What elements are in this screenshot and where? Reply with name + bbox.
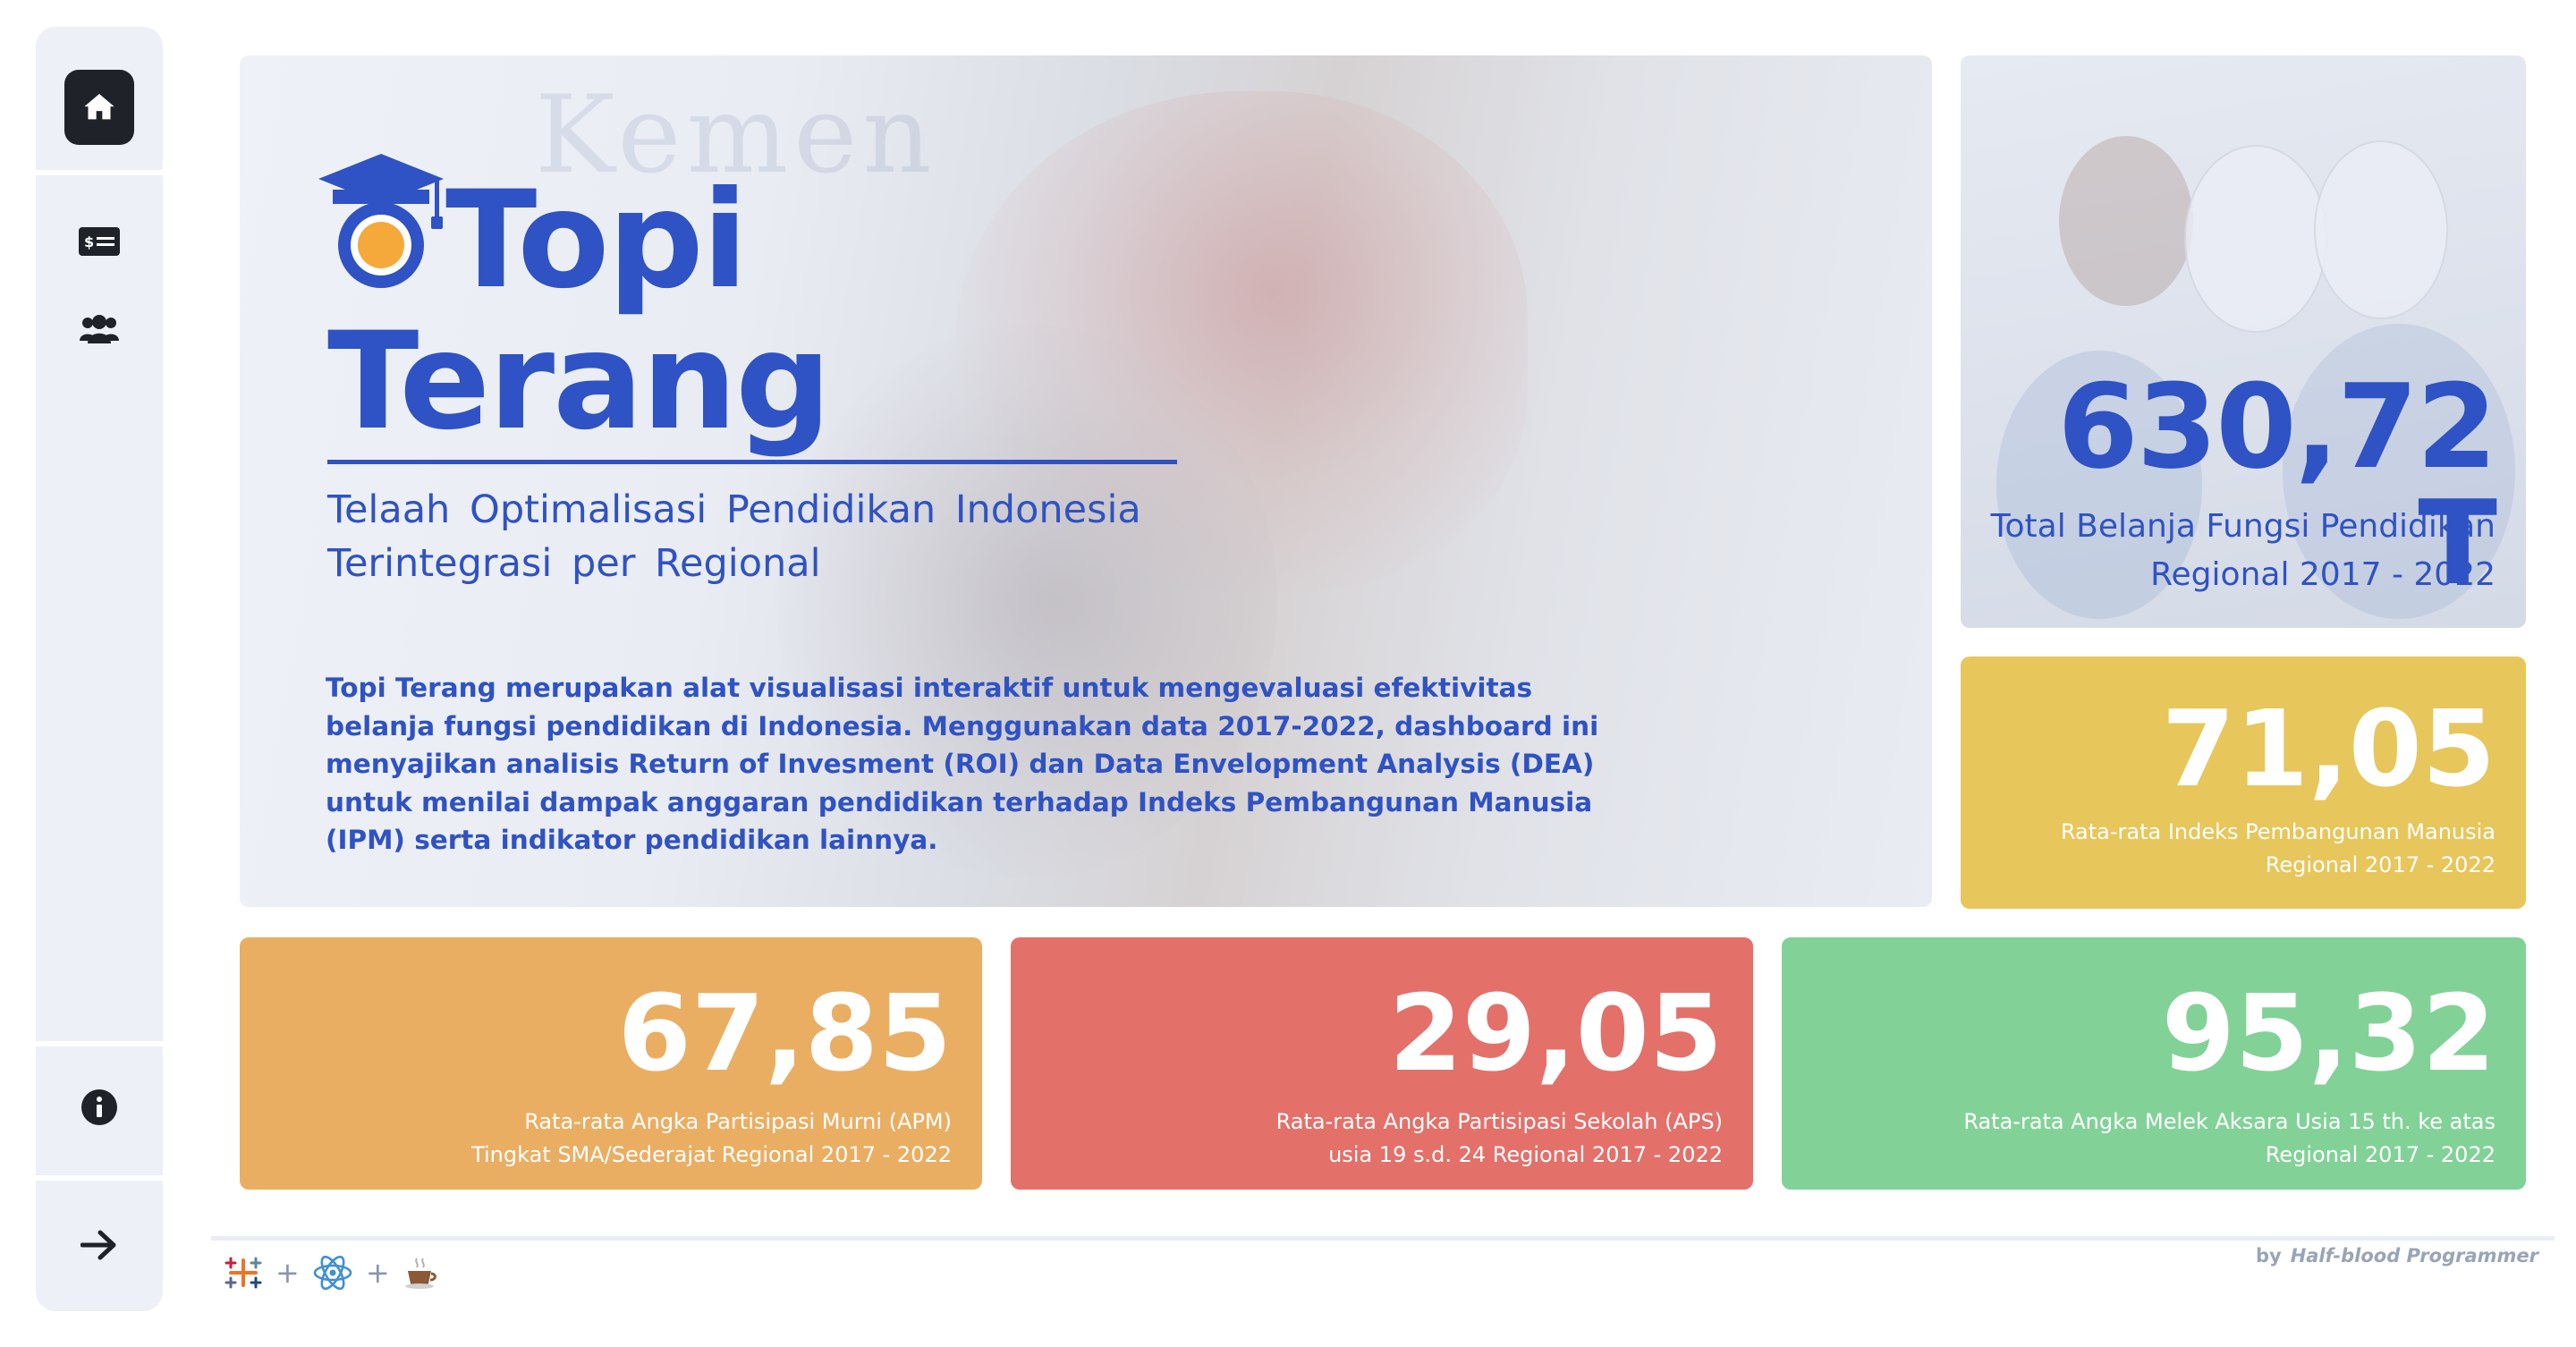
sidebar-divider [36,1175,163,1181]
footer-divider [211,1236,2555,1241]
arrow-right-icon [80,1230,116,1260]
caption-line: Rata-rata Angka Partisipasi Murni (APM) [524,1109,952,1134]
sidebar-divider [36,170,163,175]
app-description: Topi Terang merupakan alat visualisasi i… [326,673,1599,855]
nav-next-button[interactable] [77,1227,122,1263]
app-logo: Topi Terang [309,154,831,494]
nav-home-button[interactable] [64,70,134,145]
svg-text:$: $ [84,233,94,250]
title-underline [327,460,1177,464]
ipm-caption: Rata-rata Indeks Pembangunan Manusia Reg… [2061,816,2496,882]
apm-value: 67,85 [617,971,952,1095]
total-spend-card: 630,72 T Total Belanja Fungsi Pendidikan… [1961,55,2526,628]
tableau-icon [225,1257,262,1289]
aps-card: 29,05 Rata-rata Angka Partisipasi Sekola… [1011,937,1753,1190]
caption-line: Total Belanja Fungsi Pendidikan [1990,508,2496,545]
react-icon [313,1255,352,1291]
apm-caption: Rata-rata Angka Partisipasi Murni (APM) … [471,1106,952,1172]
logo-title-line2: Terang [327,304,831,460]
caption-line: Rata-rata Angka Melek Aksara Usia 15 th.… [1963,1109,2496,1134]
nav-info-button[interactable] [77,1089,122,1125]
ipm-value: 71,05 [2161,687,2496,810]
money-card-icon: $ [79,227,120,256]
logo-title-line1: Topi [445,163,748,318]
aps-value: 29,05 [1388,971,1723,1095]
app-tagline: Telaah Optimalisasi Pendidikan Indonesia… [327,487,1141,586]
sidebar-divider [36,1041,163,1046]
literacy-caption: Rata-rata Angka Melek Aksara Usia 15 th.… [1963,1106,2496,1172]
apm-card: 67,85 Rata-rata Angka Partisipasi Murni … [240,937,982,1190]
literacy-value: 95,32 [2161,971,2496,1095]
total-spend-caption: Total Belanja Fungsi Pendidikan Regional… [1991,503,2496,599]
caption-line: Regional 2017 - 2022 [2265,1142,2496,1167]
caption-line: usia 19 s.d. 24 Regional 2017 - 2022 [1328,1142,1723,1167]
credit-author: Half-blood Programmer [2290,1245,2538,1267]
hero-banner: Kemen Topi Terang Telaah Optimalisasi Pe… [240,55,1932,907]
users-icon [80,315,119,343]
caption-line: Tingkat SMA/Sederajat Regional 2017 - 20… [471,1142,952,1167]
plus-sign: + [365,1256,390,1290]
graduation-cap-icon [318,154,444,288]
plus-sign: + [275,1256,300,1290]
caption-line: Regional 2017 - 2022 [2265,852,2496,877]
tech-stack: + + [224,1252,438,1293]
caption-line: Rata-rata Angka Partisipasi Sekolah (APS… [1275,1109,1723,1134]
sidebar: $ [36,27,163,1311]
info-icon [81,1089,117,1125]
nav-people-button[interactable] [77,311,122,347]
credit-by: by [2255,1245,2282,1267]
literacy-card: 95,32 Rata-rata Angka Melek Aksara Usia … [1782,937,2526,1190]
ipm-card: 71,05 Rata-rata Indeks Pembangunan Manus… [1961,657,2526,909]
author-credit: by Half-blood Programmer [2256,1245,2538,1267]
coffee-icon [404,1258,436,1289]
aps-caption: Rata-rata Angka Partisipasi Sekolah (APS… [1276,1106,1723,1172]
home-icon [84,94,114,120]
caption-line: Regional 2017 - 2022 [2150,556,2496,593]
nav-budget-button[interactable]: $ [77,224,122,259]
caption-line: Rata-rata Indeks Pembangunan Manusia [2060,819,2496,844]
